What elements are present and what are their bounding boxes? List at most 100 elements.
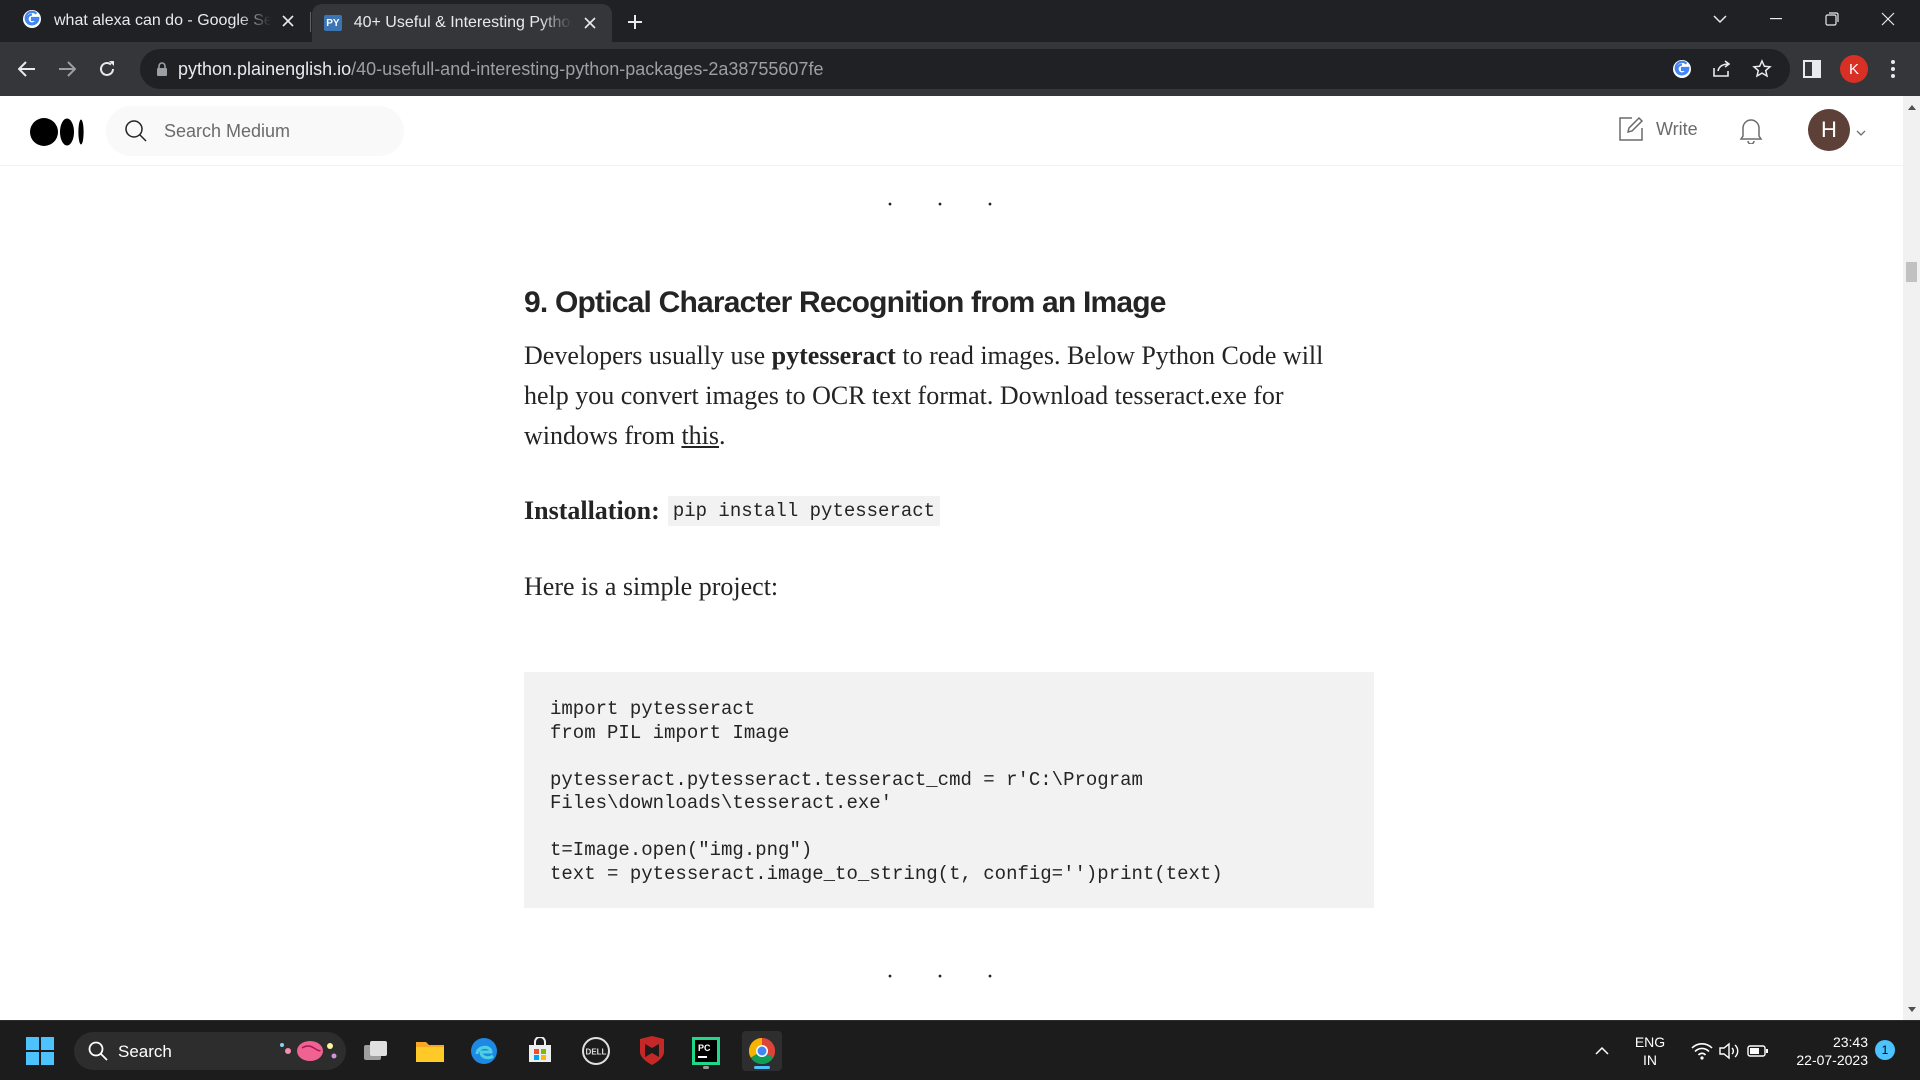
plus-icon xyxy=(628,15,642,29)
arrow-right-icon xyxy=(59,61,76,77)
file-explorer-button[interactable] xyxy=(410,1031,450,1071)
bold-term: pytesseract xyxy=(771,341,896,370)
tab-divider xyxy=(310,12,311,32)
medium-search-input[interactable]: Search Medium xyxy=(106,106,404,156)
mcafee-shield-icon xyxy=(640,1036,664,1065)
close-window-button[interactable] xyxy=(1860,0,1916,38)
scroll-down-arrow-icon[interactable] xyxy=(1903,1001,1920,1018)
edge-browser-button[interactable] xyxy=(464,1031,504,1071)
medium-logo-icon[interactable] xyxy=(30,117,86,147)
scroll-up-arrow-icon[interactable] xyxy=(1903,98,1920,115)
chevron-down-icon xyxy=(1713,15,1727,24)
tab-python-packages[interactable]: PY 40+ Useful & Interesting Python Packa… xyxy=(312,4,612,42)
url-path: /40-usefull-and-interesting-python-packa… xyxy=(351,59,824,79)
search-icon xyxy=(124,119,148,148)
chevron-up-icon xyxy=(1595,1046,1609,1055)
url-text[interactable]: python.plainenglish.io/40-usefull-and-in… xyxy=(178,59,823,80)
restore-button[interactable] xyxy=(1804,0,1860,38)
taskbar-search-label: Search xyxy=(118,1042,172,1061)
user-avatar[interactable]: H xyxy=(1808,109,1850,151)
download-link[interactable]: this xyxy=(681,421,719,450)
windows-taskbar: Search DELL PC ENG IN 23:43 22-07-2023 1 xyxy=(0,1020,1920,1080)
pycharm-icon: PC xyxy=(692,1037,720,1065)
clock[interactable]: 23:43 22-07-2023 xyxy=(1784,1033,1868,1069)
medium-header: Search Medium Write H xyxy=(0,96,1903,166)
chrome-button[interactable] xyxy=(742,1031,782,1071)
region-code: IN xyxy=(1643,1052,1657,1068)
quick-settings-button[interactable] xyxy=(1680,1031,1780,1071)
code-line: t=Image.open("img.png") xyxy=(550,839,813,861)
browser-menu-button[interactable] xyxy=(1878,54,1908,84)
share-icon[interactable] xyxy=(1710,57,1734,81)
article-paragraph: Developers usually use pytesseract to re… xyxy=(524,336,1374,456)
close-icon xyxy=(1881,12,1895,26)
battery-icon xyxy=(1747,1045,1768,1057)
address-bar[interactable]: python.plainenglish.io/40-usefull-and-in… xyxy=(140,49,1790,89)
wifi-icon xyxy=(1691,1043,1713,1060)
chevron-down-icon[interactable] xyxy=(1856,124,1866,142)
microsoft-store-button[interactable] xyxy=(520,1031,560,1071)
close-tab-icon[interactable] xyxy=(279,11,299,31)
svg-text:PC: PC xyxy=(698,1043,711,1053)
google-icon xyxy=(22,9,42,34)
close-tab-icon[interactable] xyxy=(580,13,600,33)
taskbar-search-box[interactable]: Search xyxy=(74,1032,346,1070)
side-panel-button[interactable] xyxy=(1797,54,1827,84)
code-line: Files\downloads\tesseract.exe' xyxy=(550,792,893,814)
windows-logo-icon xyxy=(26,1037,54,1065)
clock-time: 23:43 xyxy=(1832,1034,1868,1050)
clock-date: 22-07-2023 xyxy=(1796,1052,1868,1068)
dell-logo-icon: DELL xyxy=(582,1037,610,1065)
code-block: import pytesseract from PIL import Image p… xyxy=(524,672,1374,908)
reload-icon xyxy=(100,61,114,76)
tab-google-search[interactable]: what alexa can do - Google Search xyxy=(10,0,310,42)
arrow-left-icon xyxy=(18,61,35,77)
lock-icon[interactable] xyxy=(150,57,174,81)
write-icon xyxy=(1619,116,1644,141)
search-icon xyxy=(88,1041,108,1066)
browser-toolbar: python.plainenglish.io/40-usefull-and-in… xyxy=(0,42,1920,96)
reload-button[interactable] xyxy=(92,54,122,84)
search-highlight-brain-icon xyxy=(278,1036,340,1071)
store-icon xyxy=(529,1037,551,1062)
notifications-bell-icon[interactable] xyxy=(1738,116,1764,149)
py-icon: PY xyxy=(324,15,342,31)
mcafee-button[interactable] xyxy=(632,1031,672,1071)
scrollbar-thumb[interactable] xyxy=(1906,262,1917,282)
start-button[interactable] xyxy=(20,1031,60,1071)
running-indicator xyxy=(703,1066,709,1069)
notification-badge[interactable]: 1 xyxy=(1875,1040,1895,1060)
bookmark-star-icon[interactable] xyxy=(1750,57,1774,81)
url-host: python.plainenglish.io xyxy=(178,59,352,79)
code-line: from PIL import Image xyxy=(550,721,790,744)
tab-search-button[interactable] xyxy=(1692,0,1748,38)
volume-icon xyxy=(1719,1042,1739,1060)
task-view-button[interactable] xyxy=(356,1031,396,1071)
pycharm-button[interactable]: PC xyxy=(686,1031,726,1071)
show-hidden-icons-button[interactable] xyxy=(1582,1031,1622,1071)
google-lens-icon[interactable] xyxy=(1670,57,1694,81)
article-paragraph: Here is a simple project: xyxy=(524,572,779,601)
side-panel-icon xyxy=(1803,60,1821,78)
tab-title: 40+ Useful & Interesting Python Packages xyxy=(353,14,573,31)
language-code: ENG xyxy=(1634,1034,1666,1050)
minimize-button[interactable] xyxy=(1748,0,1804,38)
restore-icon xyxy=(1825,12,1839,26)
back-button[interactable] xyxy=(12,54,42,84)
dell-app-button[interactable]: DELL xyxy=(576,1031,616,1071)
language-indicator[interactable]: ENG IN xyxy=(1630,1033,1670,1069)
forward-button[interactable] xyxy=(52,54,82,84)
code-line: text = pytesseract.image_to_string(t, co… xyxy=(550,862,1223,885)
browser-profile-avatar[interactable]: K xyxy=(1840,55,1868,83)
browser-tab-strip: what alexa can do - Google Search PY 40+… xyxy=(0,0,1920,42)
installation-label: Installation: xyxy=(524,496,660,525)
write-button[interactable]: Write xyxy=(1618,116,1698,142)
page-scrollbar[interactable] xyxy=(1903,96,1920,1020)
installation-line: Installation: pip install pytesseract xyxy=(524,496,941,526)
new-tab-button[interactable] xyxy=(620,7,650,37)
kebab-menu-icon xyxy=(1891,60,1895,78)
code-line: import pytesseract xyxy=(550,698,756,720)
tab-title: what alexa can do - Google Search xyxy=(54,12,271,29)
